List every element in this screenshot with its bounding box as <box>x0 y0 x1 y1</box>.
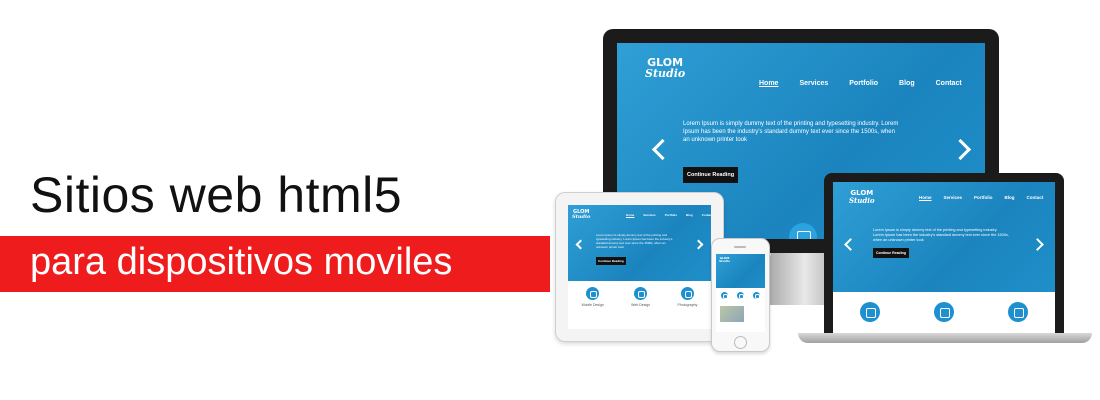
hero-text: Lorem Ipsum is simply dummy text of the … <box>873 228 1009 243</box>
feature-row <box>716 292 765 299</box>
feature-photography: Photography <box>677 287 697 307</box>
site-nav: Home Services Portfolio Blog Contact <box>759 80 962 87</box>
phone-speaker <box>734 246 746 248</box>
arrow-right-icon[interactable] <box>693 239 704 250</box>
nav-contact[interactable]: Contact <box>936 80 962 87</box>
continue-reading-button[interactable]: Continue Reading <box>683 167 739 183</box>
hero-text: Lorem Ipsum is simply dummy text of the … <box>683 121 899 144</box>
nav-services[interactable]: Services <box>799 80 828 87</box>
continue-reading-button[interactable]: Continue Reading <box>596 257 626 265</box>
nav-portfolio[interactable]: Portfolio <box>849 80 878 87</box>
feature-mobile-design <box>860 302 880 322</box>
site-logo: GLOM Studio <box>719 256 730 263</box>
site-logo: GLOM Studio <box>849 189 875 205</box>
feature-circle-icon <box>789 223 817 239</box>
feature-circle-icon <box>586 287 600 300</box>
nav-home[interactable]: Home <box>759 80 778 87</box>
site-logo: GLOM Studio <box>645 56 686 80</box>
phone-device: GLOM Studio <box>711 238 770 352</box>
feature-circle-icon <box>753 292 761 299</box>
home-button[interactable] <box>734 336 747 349</box>
feature-circle-icon <box>860 302 880 322</box>
subheadline: para dispositivos moviles <box>30 241 453 283</box>
laptop-base <box>798 333 1092 343</box>
feature-circle-icon <box>680 287 694 300</box>
feature-mobile-design: Mobile Design <box>582 287 604 307</box>
phone-screen: GLOM Studio <box>716 254 765 332</box>
feature-row: Mobile Design Web Design Photography <box>568 287 711 307</box>
laptop-device: GLOM Studio Home Services Portfolio Blog… <box>824 173 1064 333</box>
arrow-left-icon[interactable] <box>844 238 857 251</box>
feature-photography <box>1008 302 1028 322</box>
site-nav: Home Services Portfolio Blog Contact <box>919 195 1044 200</box>
phone-hero: GLOM Studio <box>716 254 765 288</box>
arrow-left-icon[interactable] <box>651 138 674 161</box>
site-nav: Home Services Portfolio Blog Contact <box>626 213 711 217</box>
laptop-hero: GLOM Studio Home Services Portfolio Blog… <box>833 182 1055 292</box>
feature-web-design: Web Design <box>631 287 650 307</box>
feature-circle-icon <box>634 287 648 300</box>
phone-photo <box>720 306 744 322</box>
feature-row <box>833 302 1055 322</box>
tablet-hero: GLOM Studio Home Services Portfolio Blog… <box>568 205 711 281</box>
site-logo: GLOM Studio <box>572 209 591 220</box>
laptop-screen: GLOM Studio Home Services Portfolio Blog… <box>833 182 1055 333</box>
tablet-device: GLOM Studio Home Services Portfolio Blog… <box>555 192 724 342</box>
nav-blog[interactable]: Blog <box>899 80 915 87</box>
arrow-left-icon[interactable] <box>575 239 586 250</box>
feature-circle-icon <box>934 302 954 322</box>
headline: Sitios web html5 <box>30 167 403 223</box>
continue-reading-button[interactable]: Continue Reading <box>873 248 909 258</box>
arrow-right-icon[interactable] <box>1031 238 1044 251</box>
arrow-right-icon[interactable] <box>949 138 972 161</box>
feature-circle-icon <box>736 292 744 299</box>
tablet-screen: GLOM Studio Home Services Portfolio Blog… <box>568 205 711 329</box>
hero-text: Lorem Ipsum is simply dummy text of the … <box>596 233 673 250</box>
feature-circle-icon <box>720 292 728 299</box>
feature-circle-icon <box>1008 302 1028 322</box>
feature-web-design <box>934 302 954 322</box>
